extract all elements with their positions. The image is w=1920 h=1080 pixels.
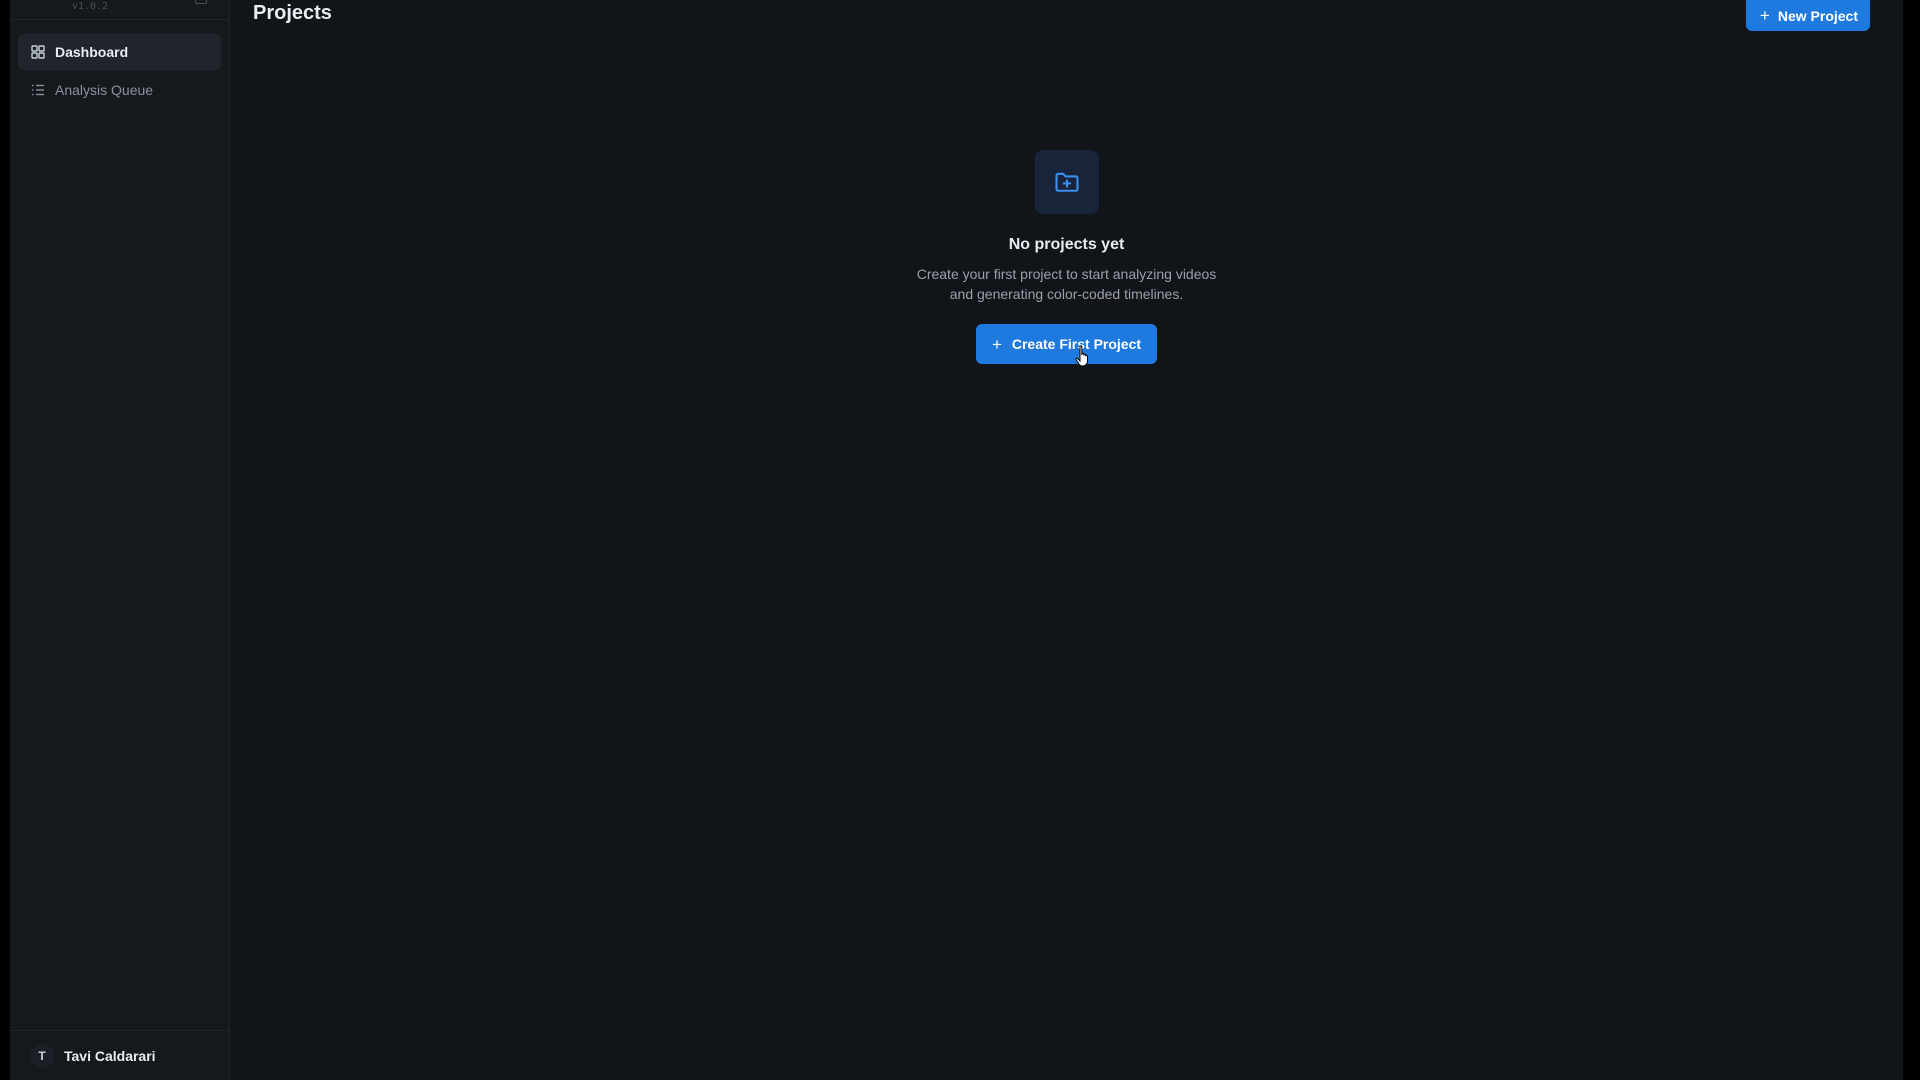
app-window: v1.0.2 Dashboard Analysis Queue T Tavi C… [10, 0, 1903, 1080]
sidebar-collapse-icon[interactable] [195, 0, 207, 4]
empty-state-title: No projects yet [1008, 236, 1125, 253]
app-version: v1.0.2 [71, 1, 109, 12]
sidebar-item-label: Analysis Queue [55, 82, 154, 98]
sidebar-item-analysis-queue[interactable]: Analysis Queue [18, 72, 221, 108]
empty-state-description: Create your first project to start analy… [916, 266, 1217, 302]
page-title: Projects [253, 2, 332, 24]
sidebar-nav: Dashboard Analysis Queue [10, 20, 229, 110]
sidebar: v1.0.2 Dashboard Analysis Queue T Tavi C… [10, 0, 230, 1080]
mouse-pointer-icon [1075, 345, 1088, 367]
folder-plus-icon [1034, 150, 1099, 214]
sidebar-item-label: Dashboard [55, 44, 129, 60]
user-name: Tavi Caldarari [64, 1047, 156, 1064]
user-profile[interactable]: T Tavi Caldarari [10, 1030, 229, 1080]
sidebar-item-dashboard[interactable]: Dashboard [18, 34, 221, 70]
sidebar-header: v1.0.2 [10, 0, 229, 20]
avatar: T [30, 1043, 54, 1068]
plus-icon: + [991, 334, 1002, 354]
plus-icon: + [1759, 6, 1770, 25]
new-project-label: New Project [1777, 7, 1858, 24]
empty-state: No projects yet Create your first projec… [230, 150, 1903, 364]
list-icon [30, 82, 46, 98]
dashboard-grid-icon [30, 44, 46, 60]
screen-edge [1903, 0, 1920, 1080]
new-project-button[interactable]: + New Project [1745, 0, 1870, 31]
create-first-project-button[interactable]: + Create First Project [975, 324, 1158, 364]
main-content: Projects + New Project No projects yet C… [230, 0, 1903, 1080]
